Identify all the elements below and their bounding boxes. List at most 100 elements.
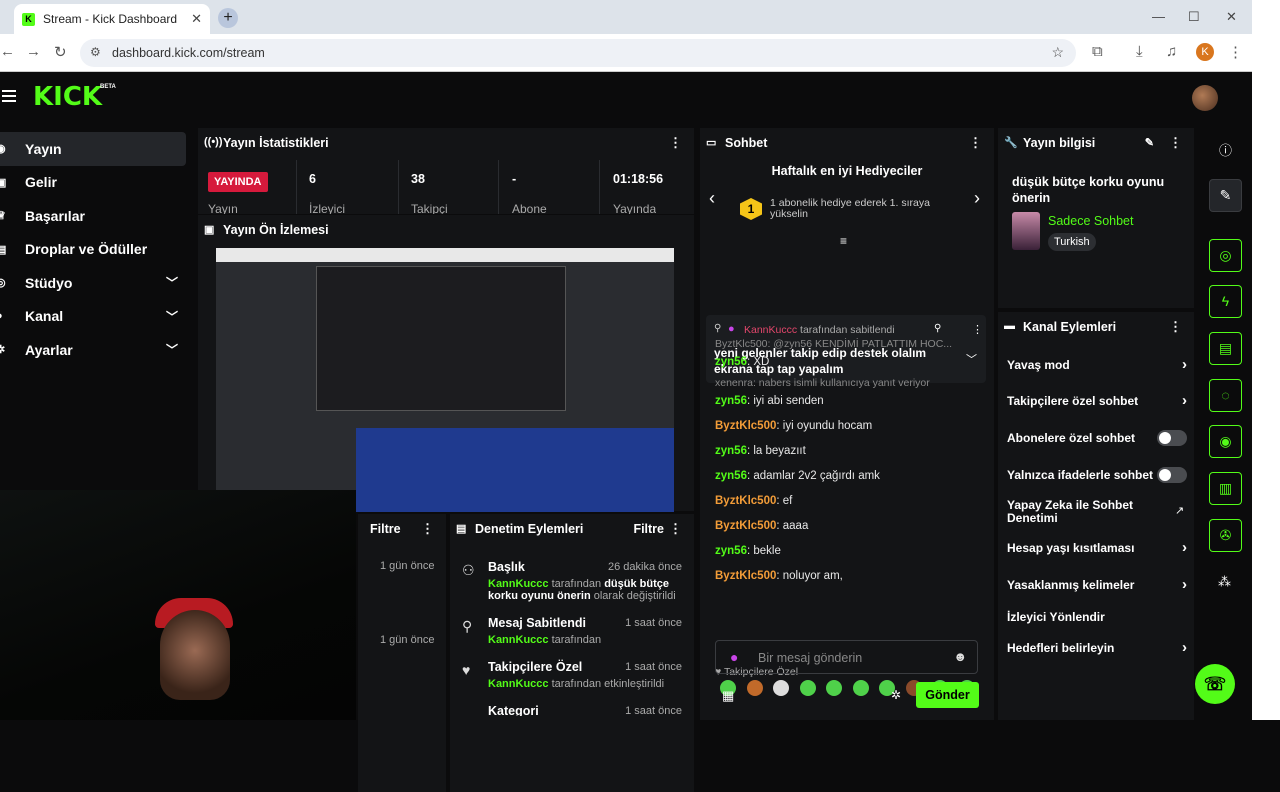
category-name[interactable]: Sadece Sohbet — [1048, 214, 1134, 228]
channel-action-row[interactable]: Yavaş mod › — [1007, 356, 1187, 373]
chat-username[interactable]: zyn56 — [715, 356, 747, 368]
send-button[interactable]: Gönder — [916, 682, 979, 708]
chat-reply-context: ByztKlc500: @zyn56 KENDİMİ PATLATTIM HOC… — [715, 338, 953, 350]
browser-menu-icon[interactable]: ⋮ — [1228, 43, 1243, 61]
forward-icon[interactable]: → — [26, 43, 41, 60]
timestamp: 26 dakika önce — [608, 561, 682, 573]
chevron-right-icon[interactable]: › — [974, 188, 980, 209]
extensions-icon[interactable]: ⧉ — [1092, 43, 1103, 60]
channel-action-row[interactable]: Takipçilere özel sohbet › — [1007, 392, 1187, 409]
url-input[interactable]: ⚙ dashboard.kick.com/stream ☆ — [80, 39, 1076, 67]
lightning-icon[interactable]: ϟ — [1209, 285, 1242, 318]
kick-logo[interactable]: KICK — [33, 82, 102, 112]
chevron-down-icon[interactable]: ﹀ — [966, 351, 977, 367]
chat-username[interactable]: zyn56 — [715, 395, 747, 407]
more-options-icon[interactable]: ⋮ — [972, 323, 983, 336]
gear-icon[interactable]: ✲ — [891, 688, 901, 702]
channel-action-row[interactable]: İzleyici Yönlendir — [1007, 610, 1187, 624]
chat-panel: ▭ Sohbet ⋮ Haftalık en iyi Hediyeciler ‹ ›… — [700, 128, 994, 720]
document-icon[interactable]: ▤ — [1209, 332, 1242, 365]
broadcast-icon[interactable]: ◉ — [1209, 425, 1242, 458]
toggle-switch[interactable] — [1157, 467, 1187, 483]
user-avatar[interactable] — [1192, 85, 1218, 111]
channel-action-row[interactable]: Yapay Zeka ile Sohbet Denetimi — [1007, 499, 1157, 525]
gifter-text: 1 abonelik hediye ederek 1. sıraya yükse… — [770, 197, 930, 220]
chat-message-text: adamlar 2v2 çağırdı amk — [753, 470, 880, 482]
channel-action-row[interactable]: Hedefleri belirleyin › — [1007, 639, 1187, 656]
stream-stats-panel: ((•)) Yayın İstatistikleri ⋮ YAYINDA Yayın… — [198, 128, 694, 214]
more-options-icon[interactable]: ⋮ — [1169, 135, 1182, 151]
sidebar-item-label: Stüdyo — [25, 274, 73, 291]
more-options-icon[interactable]: ⋮ — [669, 521, 682, 537]
layout-icon[interactable]: ▥ — [1209, 472, 1242, 505]
back-icon[interactable]: ← — [0, 43, 15, 60]
emoji-icon[interactable]: ☻ — [953, 649, 967, 664]
camera-icon[interactable]: ◎ — [1209, 239, 1242, 272]
chat-message: zyn56: la beyazııt — [715, 445, 806, 457]
chat-username[interactable]: zyn56 — [715, 445, 747, 457]
stream-preview-video[interactable] — [216, 248, 674, 512]
more-options-icon[interactable]: ⋮ — [669, 135, 682, 151]
bookmark-star-icon[interactable]: ☆ — [1051, 44, 1064, 61]
sidebar-item-kanal[interactable]: ● Kanal ﹀ — [0, 300, 186, 334]
new-tab-button[interactable]: + — [218, 8, 238, 28]
more-options-icon[interactable]: ⋮ — [421, 521, 434, 537]
chat-username[interactable]: zyn56 — [715, 545, 747, 557]
store-icon[interactable]: ▦ — [722, 688, 734, 704]
minimize-icon[interactable]: — — [1152, 9, 1165, 24]
more-options-icon[interactable]: ⋮ — [1169, 319, 1182, 335]
reload-icon[interactable]: ↻ — [54, 43, 67, 61]
channel-action-row[interactable]: Yalnızca ifadelerle sohbet — [1007, 467, 1187, 483]
wrench-icon[interactable]: ✇ — [1209, 519, 1242, 552]
site-info-icon[interactable]: ⚙ — [90, 45, 101, 59]
sidebar-item-yayin[interactable]: ◉ Yayın — [0, 132, 186, 166]
chevron-down-icon: ﹀ — [165, 276, 178, 290]
channel-action-row[interactable]: Abonelere özel sohbet — [1007, 430, 1187, 446]
toggle-switch[interactable] — [1157, 430, 1187, 446]
external-link-icon[interactable]: ↗ — [1175, 504, 1184, 517]
channel-action-row[interactable]: Hesap yaşı kısıtlaması › — [1007, 539, 1187, 556]
close-tab-icon[interactable]: ✕ — [191, 11, 202, 27]
emote-icon[interactable] — [800, 680, 816, 696]
profile-avatar[interactable]: K — [1196, 43, 1214, 61]
category-thumbnail — [1012, 212, 1040, 250]
menu-icon[interactable] — [2, 90, 16, 102]
chat-username[interactable]: ByztKlc500 — [715, 420, 776, 432]
info-icon[interactable]: ⓘ — [1219, 140, 1232, 159]
edit-icon[interactable]: ✎ — [1145, 136, 1154, 149]
panel-title: Denetim Eylemleri — [475, 522, 584, 536]
mod-log-item: Kategori 1 saat önce — [450, 704, 694, 716]
maximize-icon[interactable]: ☐ — [1188, 9, 1200, 25]
edit-icon[interactable]: ✎ — [1209, 179, 1242, 212]
chat-username[interactable]: ByztKlc500 — [715, 520, 776, 532]
emote-icon[interactable] — [826, 680, 842, 696]
help-button[interactable]: ☏ — [1195, 664, 1235, 704]
browser-tab[interactable]: K Stream - Kick Dashboard ✕ — [14, 4, 210, 34]
filter-button[interactable]: Filtre — [633, 522, 664, 536]
filter-button[interactable]: Filtre — [370, 522, 401, 536]
emote-icon[interactable] — [747, 680, 763, 696]
emote-icon[interactable] — [853, 680, 869, 696]
download-icon[interactable]: ⤓ — [1136, 43, 1143, 60]
stat-label: Takipçi — [411, 202, 448, 214]
sidebar-item-ayarlar[interactable]: ✲ Ayarlar ﹀ — [0, 333, 186, 367]
sidebar-item-droplar[interactable]: ▤ Droplar ve Ödüller — [0, 233, 186, 267]
window-close-icon[interactable]: ✕ — [1226, 9, 1237, 25]
chat-username[interactable]: ByztKlc500 — [715, 495, 776, 507]
media-icon[interactable]: ♫ — [1166, 43, 1177, 60]
chevron-left-icon[interactable]: ‹ — [709, 188, 715, 209]
chat-icon[interactable]: ◌ — [1209, 379, 1242, 412]
chat-username[interactable]: ByztKlc500 — [715, 570, 776, 582]
more-options-icon[interactable]: ⋮ — [969, 135, 982, 151]
sidebar-item-gelir[interactable]: ▣ Gelir — [0, 166, 186, 200]
chat-input[interactable]: ● Bir mesaj gönderin ☻ — [715, 640, 978, 674]
channel-action-row[interactable]: Yasaklanmış kelimeler › — [1007, 576, 1187, 593]
sidebar-item-basarilar[interactable]: ♕ Başarılar — [0, 199, 186, 233]
share-icon[interactable]: ⁂ — [1218, 574, 1231, 590]
sidebar-item-studyo[interactable]: ◎ Stüdyo ﹀ — [0, 266, 186, 300]
emote-icon[interactable] — [773, 680, 789, 696]
chat-message: zyn56: XD — [715, 356, 770, 368]
collapse-icon[interactable]: ≡ — [840, 234, 847, 248]
unpin-icon[interactable]: ⚲ — [934, 323, 941, 334]
chat-username[interactable]: zyn56 — [715, 470, 747, 482]
